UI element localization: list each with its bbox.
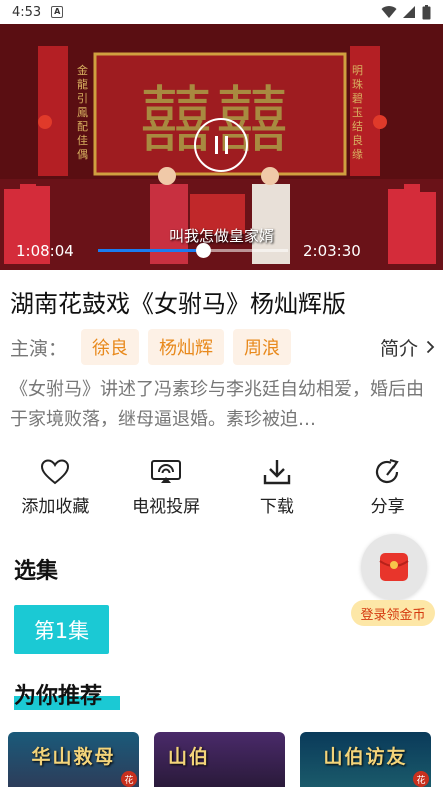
favorite-label: 添加收藏	[21, 497, 90, 517]
tv-cast-icon	[151, 460, 182, 483]
action-bar: 添加收藏 电视投屏 下载 分享	[0, 458, 443, 518]
download-button[interactable]: 下载	[222, 458, 333, 518]
favorite-button[interactable]: 添加收藏	[0, 458, 111, 518]
recommend-card[interactable]: 华山救母 花	[8, 732, 139, 787]
opera-badge: 花	[121, 771, 137, 787]
pause-icon-bar	[224, 136, 228, 154]
recommend-title: 为你推荐	[14, 684, 103, 709]
actor-tag[interactable]: 徐良	[81, 329, 140, 365]
battery-icon	[422, 4, 431, 19]
recommend-card[interactable]: 山伯	[154, 732, 285, 787]
recommend-card[interactable]: 山伯访友 花	[300, 732, 431, 787]
video-player[interactable]: 囍囍 金龍引鳳配佳偶 明珠碧玉结良缘 叫我怎做皇家婿 1:08:04 2:03:…	[0, 24, 443, 270]
episodes-title: 选集	[14, 559, 59, 584]
share-button[interactable]: 分享	[332, 458, 443, 518]
heart-icon	[41, 459, 70, 485]
status-bar: 4:53 A	[0, 0, 443, 24]
progress-bar[interactable]	[98, 243, 288, 258]
red-envelope-icon	[379, 553, 409, 581]
download-label: 下载	[259, 497, 294, 517]
intro-label: 简介	[379, 337, 418, 360]
page-title: 湖南花鼓戏《女驸马》杨灿辉版	[10, 290, 346, 318]
episode-button[interactable]: 第1集	[14, 605, 109, 654]
actor-tag[interactable]: 杨灿辉	[148, 329, 225, 365]
pause-button[interactable]	[194, 118, 248, 172]
pause-icon	[214, 136, 218, 154]
status-time: 4:53	[12, 4, 42, 20]
share-label: 分享	[370, 497, 405, 517]
recommend-card-title: 山伯访友	[323, 746, 408, 768]
cast-row: 主演： 徐良 杨灿辉 周浪 简介	[10, 329, 435, 365]
notification-icon: A	[51, 6, 64, 18]
signal-icon	[403, 5, 415, 18]
recommend-card-title: 华山救母	[31, 746, 116, 768]
coin-promo-label[interactable]: 登录领金币	[351, 600, 435, 626]
stage-couplet-right: 明珠碧玉结良缘	[352, 64, 363, 161]
tv-cast-label: 电视投屏	[132, 497, 201, 517]
progress-thumb[interactable]	[195, 243, 211, 258]
share-icon	[375, 458, 399, 484]
synopsis[interactable]: 《女驸马》讲述了冯素珍与李兆廷自幼相爱，婚后由于家境败落，继母逼退婚。素珍被迫…	[10, 375, 435, 435]
progress-fill	[98, 249, 203, 252]
tv-cast-button[interactable]: 电视投屏	[111, 458, 222, 518]
cast-label: 主演：	[10, 337, 68, 360]
total-time: 2:03:30	[303, 242, 361, 260]
intro-link[interactable]: 简介	[380, 334, 435, 361]
chevron-right-icon	[426, 340, 435, 354]
current-time: 1:08:04	[16, 242, 74, 260]
recommend-card-title: 山伯	[168, 746, 211, 768]
wifi-icon	[381, 5, 397, 18]
opera-badge: 花	[413, 771, 429, 787]
actor-tag[interactable]: 周浪	[233, 329, 292, 365]
coin-promo-button[interactable]	[361, 534, 427, 600]
stage-couplet-left: 金龍引鳳配佳偶	[77, 64, 88, 161]
download-icon	[263, 460, 291, 485]
